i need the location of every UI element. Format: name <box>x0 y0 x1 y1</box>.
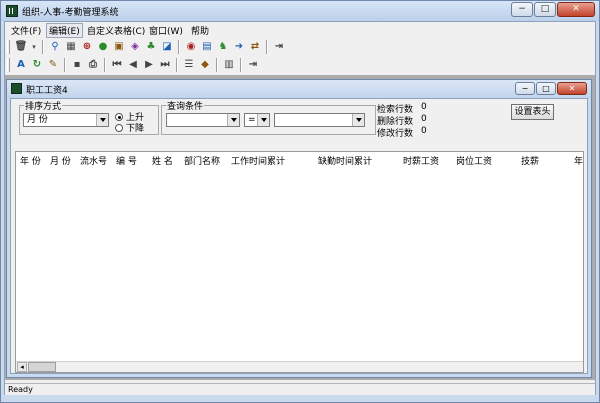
query-field-select[interactable] <box>166 113 240 127</box>
lock-icon[interactable]: ▤ <box>200 40 214 54</box>
client-area: 文件(F) 编辑(E) 自定义表格(C) 窗口(W) 帮助 🗑 ▾ ⚲ ▦ ⊕ … <box>4 21 596 395</box>
column-header[interactable]: 缺勤时间累计 <box>318 154 372 167</box>
sort-field-select[interactable]: 月 份 <box>23 113 109 127</box>
child-window-icon <box>11 83 22 94</box>
modified-rows-value: 0 <box>421 126 427 136</box>
query-operator-value: = <box>248 115 256 125</box>
search-person-icon[interactable]: ⚲ <box>48 40 62 54</box>
column-header[interactable]: 技薪 <box>521 154 539 167</box>
tag-icon[interactable]: ◆ <box>198 58 212 72</box>
deleted-rows-value: 0 <box>421 114 427 124</box>
column-header[interactable]: 流水号 <box>80 154 107 167</box>
set-header-button[interactable]: 设置表头 <box>511 104 554 120</box>
folder-icon[interactable]: ◈ <box>128 40 142 54</box>
column-header[interactable]: 部门名称 <box>184 154 220 167</box>
child-window-title: 职工工资4 <box>26 86 68 96</box>
sort-legend: 排序方式 <box>25 102 62 112</box>
table-icon[interactable]: ▥ <box>222 58 236 72</box>
arrow-left-icon[interactable]: ⇄ <box>248 40 262 54</box>
first-record-icon[interactable]: ⏮ <box>110 58 124 72</box>
column-header[interactable]: 姓 名 <box>152 154 173 167</box>
app-window: 组织-人事-考勤管理系统 − □ ✕ 文件(F) 编辑(E) 自定义表格(C) … <box>0 0 600 403</box>
person-card-icon[interactable]: ▣ <box>112 40 126 54</box>
window-controls: − □ ✕ <box>510 2 595 17</box>
edit-icon[interactable]: ✎ <box>46 58 60 72</box>
chevron-down-icon[interactable] <box>96 114 108 126</box>
menu-file[interactable]: 文件(F) <box>9 24 43 37</box>
status-bar: Ready <box>5 383 595 395</box>
menu-window[interactable]: 窗口(W) <box>147 24 185 37</box>
arrow-right-icon[interactable]: ➜ <box>232 40 246 54</box>
child-body: 排序方式 月 份 上升 下降 查询条件 = 检索行数 0 删除行数 0 修改行数… <box>10 98 588 374</box>
child-window-controls: − □ ✕ <box>514 82 587 95</box>
menu-help[interactable]: 帮助 <box>189 24 211 37</box>
column-header[interactable]: 月 份 <box>50 154 71 167</box>
close-button[interactable]: ✕ <box>557 2 595 17</box>
retrieved-rows-value: 0 <box>421 102 427 112</box>
child-title-bar: 职工工资4 − □ ✕ <box>7 80 591 98</box>
prev-record-icon[interactable]: ◀ <box>126 58 140 72</box>
toolbar-navigation: A ↻ ✎ ▪ ⎙ ⏮ ◀ ▶ ⏭ ☰ ◆ ▥ ⇥ <box>7 56 261 74</box>
column-header[interactable]: 岗位工资 <box>456 154 492 167</box>
door-exit-icon[interactable]: ⇥ <box>246 58 260 72</box>
mdi-area: 职工工资4 − □ ✕ 排序方式 月 份 上升 下降 查询条件 = 检索行数 0… <box>5 75 595 380</box>
child-window: 职工工资4 − □ ✕ 排序方式 月 份 上升 下降 查询条件 = 检索行数 0… <box>6 79 592 378</box>
scroll-thumb[interactable] <box>28 362 56 372</box>
window-title: 组织-人事-考勤管理系统 <box>22 8 119 18</box>
sort-descending-radio[interactable]: 下降 <box>115 121 144 134</box>
grid-header: 年 份 月 份 流水号 编 号 姓 名 部门名称 工作时间累计 缺勤时间累计 时… <box>16 152 583 167</box>
menu-bar: 文件(F) 编辑(E) 自定义表格(C) 窗口(W) 帮助 <box>5 22 595 38</box>
column-header[interactable]: 年 <box>574 154 583 167</box>
save-icon[interactable]: ▪ <box>70 58 84 72</box>
toolbar-main: 🗑 ▾ ⚲ ▦ ⊕ ● ▣ ◈ ♣ ◪ ◉ ▤ ♞ ➜ ⇄ ⇥ <box>7 38 287 56</box>
font-icon[interactable]: A <box>14 58 28 72</box>
column-header[interactable]: 年 份 <box>20 154 41 167</box>
column-header[interactable]: 时薪工资 <box>403 154 439 167</box>
radio-dot-icon <box>115 112 123 121</box>
data-grid[interactable]: 年 份 月 份 流水号 编 号 姓 名 部门名称 工作时间累计 缺勤时间累计 时… <box>15 151 584 373</box>
toolbar-grip[interactable] <box>7 40 10 54</box>
horizontal-scrollbar[interactable]: ◂ <box>16 361 583 372</box>
chart-icon[interactable]: ◪ <box>160 40 174 54</box>
scroll-left-icon[interactable]: ◂ <box>17 362 27 372</box>
trash-icon[interactable]: 🗑 <box>14 40 28 54</box>
grid-icon[interactable]: ▦ <box>64 40 78 54</box>
next-record-icon[interactable]: ▶ <box>142 58 156 72</box>
child-minimize-button[interactable]: − <box>515 82 535 95</box>
exit-icon[interactable]: ⇥ <box>272 40 286 54</box>
radio-dot-icon <box>115 123 123 132</box>
column-header[interactable]: 编 号 <box>116 154 137 167</box>
person-run-icon[interactable]: ♞ <box>216 40 230 54</box>
app-icon <box>6 5 18 17</box>
sort-descending-label: 下降 <box>126 124 145 134</box>
globe-icon[interactable]: ● <box>96 40 110 54</box>
dropdown-arrow-icon[interactable]: ▾ <box>30 40 38 54</box>
query-legend: 查询条件 <box>167 102 204 112</box>
child-close-button[interactable]: ✕ <box>557 82 587 95</box>
user-icon[interactable]: ♣ <box>144 40 158 54</box>
maximize-button[interactable]: □ <box>534 2 556 17</box>
child-maximize-button[interactable]: □ <box>536 82 556 95</box>
column-header[interactable]: 工作时间累计 <box>231 154 285 167</box>
minimize-button[interactable]: − <box>511 2 533 17</box>
chevron-down-icon[interactable] <box>227 114 239 126</box>
toolbar-grip-2[interactable] <box>7 58 10 72</box>
print-icon[interactable]: ⎙ <box>86 58 100 72</box>
menu-custom-table[interactable]: 自定义表格(C) <box>85 24 147 37</box>
target-icon[interactable]: ⊕ <box>80 40 94 54</box>
sort-field-value: 月 份 <box>27 115 48 125</box>
sort-icon[interactable]: ☰ <box>182 58 196 72</box>
refresh-icon[interactable]: ↻ <box>30 58 44 72</box>
chevron-down-icon[interactable] <box>257 114 269 126</box>
shield-icon[interactable]: ◉ <box>184 40 198 54</box>
query-value-select[interactable] <box>274 113 365 127</box>
query-operator-select[interactable]: = <box>244 113 270 127</box>
last-record-icon[interactable]: ⏭ <box>158 58 172 72</box>
status-text: Ready <box>8 385 33 394</box>
modified-rows-label: 修改行数 <box>377 129 414 139</box>
title-bar: 组织-人事-考勤管理系统 − □ ✕ <box>1 1 599 21</box>
chevron-down-icon[interactable] <box>352 114 364 126</box>
menu-edit[interactable]: 编辑(E) <box>46 23 83 38</box>
